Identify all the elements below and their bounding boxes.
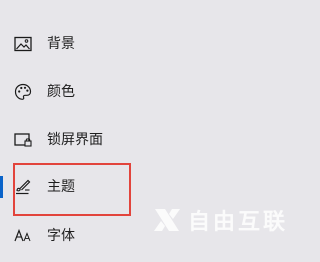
nav-item-label: 颜色 (47, 84, 75, 100)
font-icon (13, 226, 33, 246)
picture-icon (13, 34, 33, 54)
theme-brush-icon (13, 177, 33, 197)
nav-item-label: 主题 (47, 179, 75, 195)
nav-item-label: 背景 (47, 36, 75, 52)
lock-screen-icon (13, 130, 33, 150)
nav-item-label: 锁屏界面 (47, 132, 103, 148)
nav-item-themes[interactable]: 主题 (0, 167, 304, 207)
nav-item-fonts[interactable]: 字体 (0, 216, 304, 256)
nav-item-background[interactable]: 背景 (0, 24, 304, 64)
nav-item-label: 字体 (47, 228, 75, 244)
palette-icon (13, 82, 33, 102)
nav-item-lock-screen[interactable]: 锁屏界面 (0, 120, 304, 160)
settings-nav: 背景 颜色 锁屏界面 主题 字体 (0, 0, 304, 262)
nav-item-colors[interactable]: 颜色 (0, 72, 304, 112)
